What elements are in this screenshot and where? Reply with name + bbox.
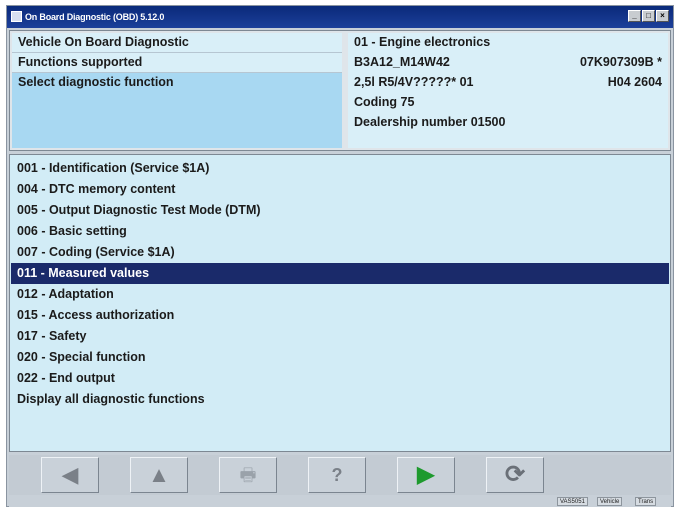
- close-button[interactable]: ×: [656, 10, 669, 22]
- list-item-selected[interactable]: 011 - Measured values: [11, 263, 669, 284]
- coding-value: Coding 75: [354, 95, 415, 109]
- app-icon: [11, 11, 22, 22]
- back-button[interactable]: ◀: [41, 457, 99, 493]
- header-panel: Vehicle On Board Diagnostic Functions su…: [9, 30, 671, 151]
- list-item[interactable]: 004 - DTC memory content: [11, 179, 669, 200]
- breadcrumb-select-function[interactable]: Select diagnostic function: [12, 73, 342, 148]
- status-trans: Trans: [635, 497, 657, 506]
- list-item[interactable]: 007 - Coding (Service $1A): [11, 242, 669, 263]
- play-icon: ▶: [416, 461, 436, 488]
- dealership-number: Dealership number 01500: [354, 115, 506, 129]
- maximize-button[interactable]: □: [642, 10, 655, 22]
- list-item[interactable]: 001 - Identification (Service $1A): [11, 158, 669, 179]
- refresh-icon: ⟳: [504, 461, 526, 488]
- list-item[interactable]: 006 - Basic setting: [11, 221, 669, 242]
- software-version: H04 2604: [607, 75, 662, 89]
- minimize-button[interactable]: _: [628, 10, 641, 22]
- breadcrumb-vehicle-obd[interactable]: Vehicle On Board Diagnostic: [12, 33, 342, 53]
- function-list: 001 - Identification (Service $1A) 004 -…: [9, 154, 671, 452]
- continue-button[interactable]: ▶: [397, 457, 455, 493]
- list-item[interactable]: 005 - Output Diagnostic Test Mode (DTM): [11, 200, 669, 221]
- module-info-panel: 01 - Engine electronics B3A12_M14W42 07K…: [348, 33, 668, 148]
- engine-code: 2,5l R5/4V?????* 01: [354, 75, 474, 89]
- help-icon: ?: [331, 465, 343, 485]
- list-item[interactable]: 015 - Access authorization: [11, 305, 669, 326]
- breadcrumb-panel: Vehicle On Board Diagnostic Functions su…: [12, 33, 342, 148]
- print-button[interactable]: 🖶: [219, 457, 277, 493]
- main-window: On Board Diagnostic (OBD) 5.12.0 _ □ × V…: [6, 5, 674, 507]
- part-number: 07K907309B *: [579, 55, 662, 69]
- toolbar: ◀ ▲ 🖶 ? ▶ ⟳: [9, 455, 671, 495]
- list-item[interactable]: 017 - Safety: [11, 326, 669, 347]
- print-icon: 🖶: [239, 465, 257, 485]
- up-icon: ▲: [148, 462, 170, 487]
- up-button[interactable]: ▲: [130, 457, 188, 493]
- title-bar: On Board Diagnostic (OBD) 5.12.0 _ □ ×: [7, 6, 673, 28]
- window-controls: _ □ ×: [628, 10, 669, 22]
- module-name: 01 - Engine electronics: [354, 35, 491, 49]
- list-item[interactable]: 012 - Adaptation: [11, 284, 669, 305]
- refresh-button[interactable]: ⟳: [486, 457, 544, 493]
- help-button[interactable]: ?: [308, 457, 366, 493]
- breadcrumb-functions-supported[interactable]: Functions supported: [12, 53, 342, 73]
- software-number: B3A12_M14W42: [354, 55, 450, 69]
- window-title: On Board Diagnostic (OBD) 5.12.0: [25, 12, 165, 22]
- status-vehicle: Vehicle: [597, 497, 623, 506]
- list-item[interactable]: 022 - End output: [11, 368, 669, 389]
- list-item[interactable]: 020 - Special function: [11, 347, 669, 368]
- list-item[interactable]: Display all diagnostic functions: [11, 389, 669, 410]
- status-bar: VAS5051 Vehicle Trans: [9, 496, 671, 507]
- back-icon: ◀: [61, 462, 79, 487]
- status-device: VAS5051: [557, 497, 588, 506]
